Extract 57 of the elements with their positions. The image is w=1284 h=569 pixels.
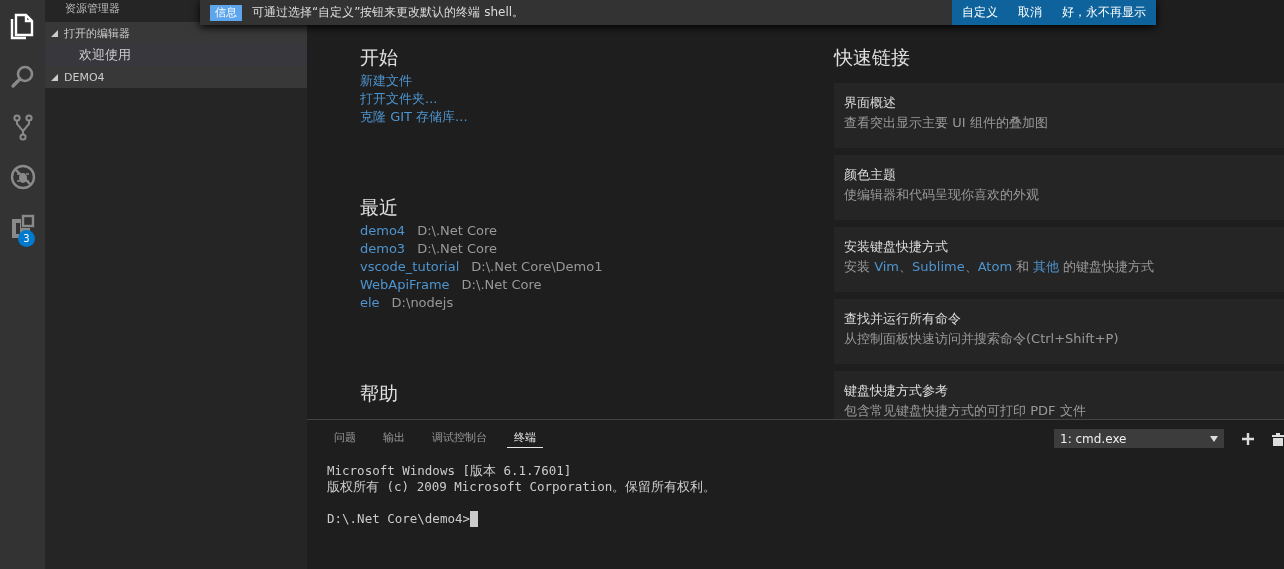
start-link[interactable]: 克隆 GIT 存储库... bbox=[360, 109, 468, 124]
recent-folder-link[interactable]: WebApiFrame bbox=[360, 277, 450, 292]
card-title: 键盘快捷方式参考 bbox=[844, 382, 948, 400]
notification-message: 可通过选择“自定义”按钮来更改默认的终端 shell。 bbox=[252, 4, 526, 21]
panel-tab[interactable]: 输出 bbox=[376, 429, 412, 448]
sidebar-title: 资源管理器 bbox=[65, 1, 120, 17]
notification-button[interactable]: 好，永不再显示 bbox=[1052, 0, 1156, 25]
trash-icon[interactable] bbox=[1272, 431, 1284, 446]
quick-link-card[interactable]: 颜色主题 使编辑器和代码呈现你喜欢的外观 bbox=[834, 155, 1284, 220]
section-heading: 快速链接 bbox=[834, 46, 910, 68]
card-title: 界面概述 bbox=[844, 94, 896, 112]
panel-tab[interactable]: 问题 bbox=[327, 429, 363, 448]
panel-tab[interactable]: 调试控制台 bbox=[425, 429, 494, 448]
folder-path: D:\.Net Core bbox=[461, 277, 542, 292]
keymap-link[interactable]: Atom bbox=[977, 259, 1013, 274]
quick-link-card[interactable]: 界面概述 查看突出显示主要 UI 组件的叠加图 bbox=[834, 83, 1284, 148]
quick-link-card[interactable]: 安装键盘快捷方式 安装 Vim、Sublime、Atom 和 其他 的键盘快捷方式 bbox=[834, 227, 1284, 292]
recent-folder-link[interactable]: ele bbox=[360, 295, 380, 310]
card-description: 使编辑器和代码呈现你喜欢的外观 bbox=[844, 186, 1039, 204]
editor-list-item[interactable]: 欢迎使用 bbox=[45, 44, 307, 66]
section-heading: 最近 bbox=[360, 196, 398, 218]
card-description: 包含常见键盘快捷方式的可打印 PDF 文件 bbox=[844, 402, 1086, 419]
start-link[interactable]: 打开文件夹... bbox=[360, 91, 438, 106]
recent-folder-link[interactable]: demo3 bbox=[360, 241, 406, 256]
text-cursor bbox=[470, 511, 478, 527]
keymap-link[interactable]: Vim bbox=[874, 259, 900, 274]
panel-tab[interactable]: 终端 bbox=[507, 429, 543, 448]
folder-path: D:\.Net Core bbox=[417, 241, 498, 256]
terminal-dropdown[interactable]: 1: cmd.exe bbox=[1054, 429, 1224, 448]
card-description: 从控制面板快速访问并搜索命令(Ctrl+Shift+P) bbox=[844, 330, 1119, 348]
quick-link-card[interactable]: 键盘快捷方式参考 包含常见键盘快捷方式的可打印 PDF 文件 bbox=[834, 371, 1284, 419]
caret-icon bbox=[1210, 435, 1218, 442]
keymap-link[interactable]: 其他 bbox=[1033, 259, 1060, 274]
quick-link-card[interactable]: 查找并运行所有命令 从控制面板快速访问并搜索命令(Ctrl+Shift+P) bbox=[834, 299, 1284, 364]
folder-path: D:\.Net Core bbox=[417, 223, 498, 238]
recent-folder-link[interactable]: vscode_tutorial bbox=[360, 259, 460, 274]
keymap-link[interactable]: Sublime bbox=[912, 259, 965, 274]
section-header[interactable]: 打开的编辑器 bbox=[45, 22, 307, 44]
info-badge: 信息 bbox=[210, 4, 242, 21]
folder-path: D:\.Net Core\Demo1 bbox=[471, 259, 603, 274]
activity-bar-item[interactable]: 3 bbox=[0, 202, 45, 252]
section-header[interactable]: DEMO4 bbox=[45, 66, 307, 88]
start-link[interactable]: 新建文件 bbox=[360, 73, 412, 88]
card-title: 查找并运行所有命令 bbox=[844, 310, 961, 328]
card-title: 安装键盘快捷方式 bbox=[844, 238, 948, 256]
folder-path: D:\nodejs bbox=[391, 295, 454, 310]
card-description: 安装 Vim、Sublime、Atom 和 其他 的键盘快捷方式 bbox=[844, 258, 1155, 276]
section-heading: 帮助 bbox=[360, 382, 398, 404]
card-description: 查看突出显示主要 UI 组件的叠加图 bbox=[844, 114, 1048, 132]
notification-button[interactable]: 自定义 bbox=[952, 0, 1008, 25]
recent-folder-link[interactable]: demo4 bbox=[360, 223, 406, 238]
plus-icon[interactable] bbox=[1242, 432, 1254, 445]
notification-button[interactable]: 取消 bbox=[1008, 0, 1052, 25]
count-badge: 3 bbox=[18, 230, 35, 247]
section-heading: 开始 bbox=[360, 46, 398, 68]
card-title: 颜色主题 bbox=[844, 166, 896, 184]
terminal-output: Microsoft Windows [版本 6.1.7601] 版权所有 (c) 2009 Microsoft Corporation。保留所有权利。 D:\.Net Core\demo4> bbox=[326, 462, 718, 527]
